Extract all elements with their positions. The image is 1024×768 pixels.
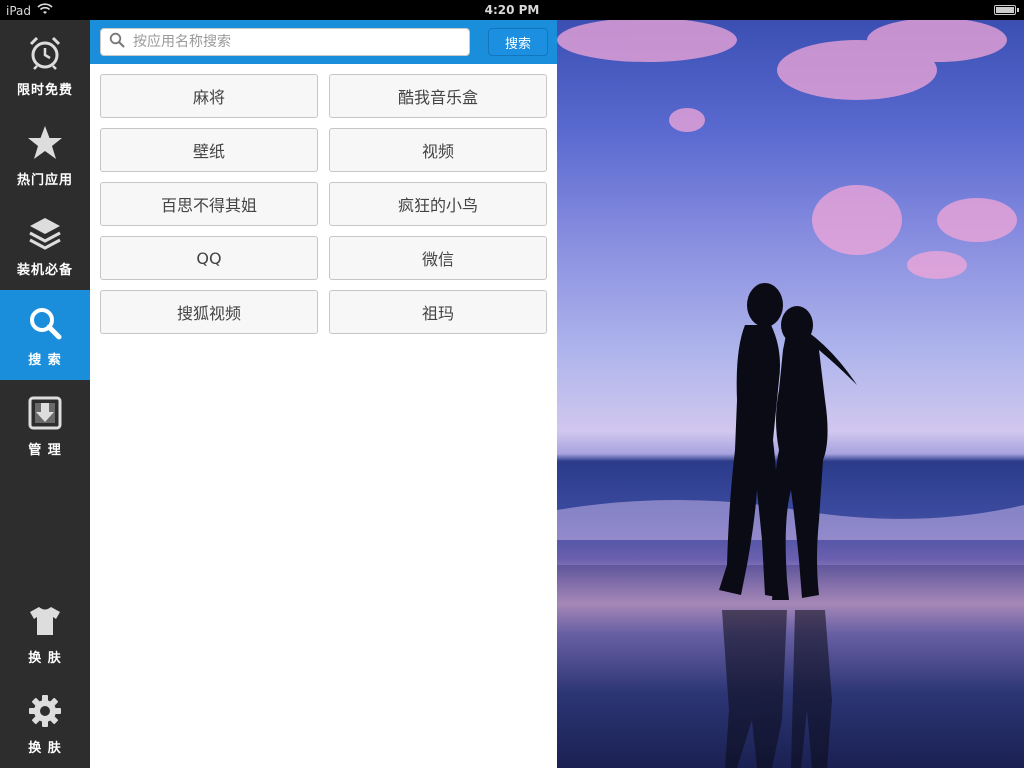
search-input[interactable] [131, 33, 469, 51]
sidebar-item-limited-free[interactable]: 限时免费 [0, 20, 90, 110]
sidebar-item-settings[interactable]: 换 肤 [0, 678, 90, 768]
background-photo [557, 20, 1024, 768]
keyword-button[interactable]: 百思不得其姐 [100, 182, 318, 226]
gear-icon [25, 691, 65, 731]
download-box-icon [25, 393, 65, 433]
sidebar-item-manage[interactable]: 管 理 [0, 380, 90, 470]
keyword-button[interactable]: 壁纸 [100, 128, 318, 172]
sidebar-item-hot-apps[interactable]: 热门应用 [0, 110, 90, 200]
alarm-clock-icon [25, 33, 65, 73]
search-button[interactable]: 搜索 [488, 28, 548, 56]
search-field[interactable] [100, 28, 470, 56]
hot-keywords-grid: 麻将 酷我音乐盒 壁纸 视频 百思不得其姐 疯狂的小鸟 QQ 微信 搜狐视频 祖… [100, 74, 548, 334]
sidebar-item-label: 限时免费 [16, 82, 73, 98]
photo-illustration [557, 20, 1024, 768]
keyword-button[interactable]: QQ [100, 236, 318, 280]
keyword-button[interactable]: 疯狂的小鸟 [329, 182, 547, 226]
sidebar-item-skin[interactable]: 换 肤 [0, 588, 90, 678]
keyword-button[interactable]: 酷我音乐盒 [329, 74, 547, 118]
sidebar-item-label: 管 理 [28, 442, 62, 458]
keyword-button[interactable]: 微信 [329, 236, 547, 280]
sidebar-item-label: 换 肤 [28, 740, 62, 756]
keyword-button[interactable]: 视频 [329, 128, 547, 172]
sidebar: 限时免费 热门应用 装机必备 搜 索 管 理 换 肤 换 肤 [0, 20, 90, 768]
status-time: 4:20 PM [484, 3, 540, 17]
search-icon [25, 303, 65, 343]
tshirt-icon [25, 601, 65, 641]
keyword-button[interactable]: 祖玛 [329, 290, 547, 334]
sidebar-item-label: 换 肤 [28, 650, 62, 666]
status-bar: iPad 4:20 PM [0, 0, 1024, 20]
keyword-button[interactable]: 搜狐视频 [100, 290, 318, 334]
layers-icon [25, 213, 65, 253]
keyword-button[interactable]: 麻将 [100, 74, 318, 118]
magnifier-icon [109, 32, 125, 52]
sidebar-item-label: 热门应用 [16, 172, 73, 188]
sidebar-item-label: 装机必备 [16, 262, 73, 278]
sidebar-item-search[interactable]: 搜 索 [0, 290, 90, 380]
search-bar: 搜索 [90, 20, 557, 64]
sidebar-item-essentials[interactable]: 装机必备 [0, 200, 90, 290]
search-panel: 搜索 麻将 酷我音乐盒 壁纸 视频 百思不得其姐 疯狂的小鸟 QQ 微信 搜狐视… [90, 20, 557, 768]
sidebar-item-label: 搜 索 [28, 352, 62, 368]
battery-icon [994, 5, 1019, 15]
star-icon [25, 123, 65, 163]
